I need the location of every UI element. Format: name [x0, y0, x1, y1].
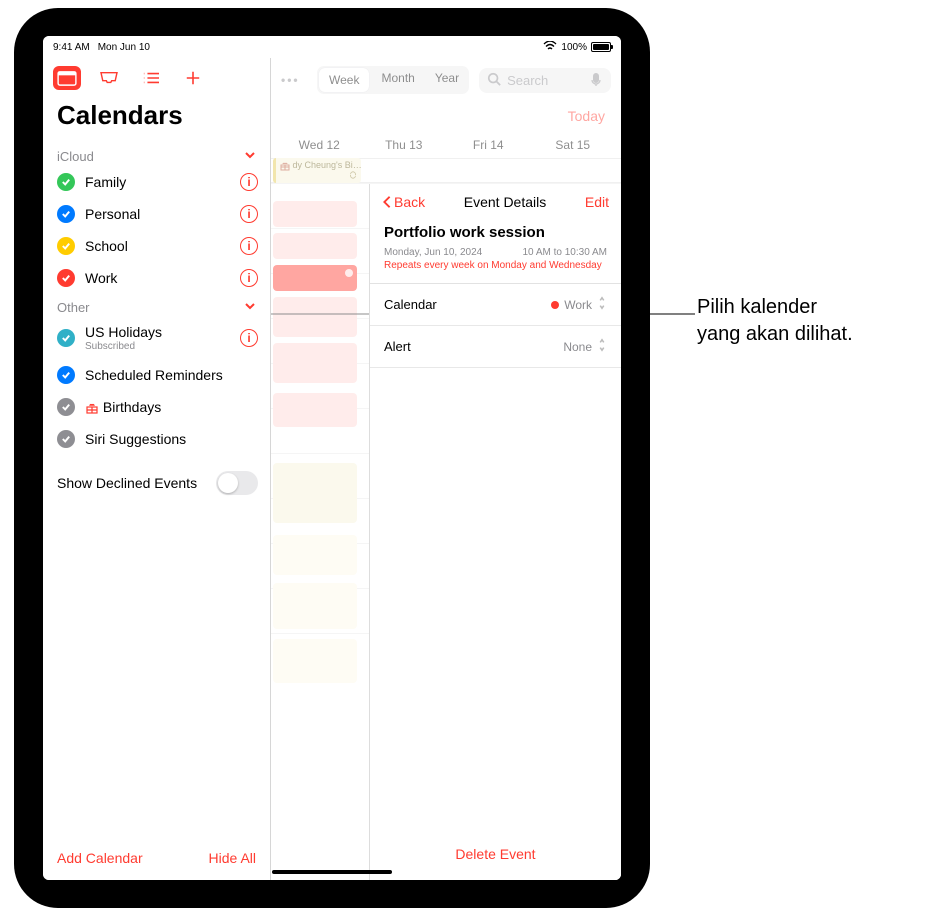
event-block[interactable] [273, 583, 357, 629]
calendar-picker-value: Work [564, 298, 592, 312]
wifi-icon [543, 41, 557, 54]
calendar-label: School [85, 238, 230, 254]
info-icon[interactable]: i [240, 237, 258, 255]
add-icon[interactable] [179, 66, 207, 90]
weekday-cell[interactable]: Sat 15 [531, 138, 616, 152]
gift-icon [85, 401, 99, 415]
info-icon[interactable]: i [240, 205, 258, 223]
calendar-icon[interactable] [53, 66, 81, 90]
search-placeholder: Search [507, 73, 548, 88]
view-option-week[interactable]: Week [319, 68, 369, 92]
calendar-checkbox[interactable] [57, 173, 75, 191]
info-icon[interactable]: i [240, 173, 258, 191]
calendar-row[interactable]: Schooli [43, 230, 270, 262]
calendar-label: Siri Suggestions [85, 431, 258, 447]
chevron-updown-icon [597, 338, 607, 355]
section-header[interactable]: Other [43, 294, 270, 317]
calendar-checkbox[interactable] [57, 269, 75, 287]
calendar-picker-label: Calendar [384, 297, 437, 312]
hide-all-button[interactable]: Hide All [209, 850, 256, 866]
calendar-checkbox[interactable] [57, 237, 75, 255]
back-button[interactable]: Back [382, 194, 425, 210]
event-date: Monday, Jun 10, 2024 [384, 247, 482, 258]
calendar-label: Birthdays [85, 399, 258, 415]
calendar-checkbox[interactable] [57, 430, 75, 448]
delete-event-button[interactable]: Delete Event [370, 828, 621, 880]
alert-picker-label: Alert [384, 339, 411, 354]
view-option-year[interactable]: Year [425, 66, 469, 94]
inbox-icon[interactable] [95, 66, 123, 90]
status-date: Mon Jun 10 [98, 42, 150, 53]
calendar-color-dot [551, 301, 559, 309]
calendar-picker-row[interactable]: Calendar Work [370, 284, 621, 326]
chevron-down-icon [244, 149, 256, 164]
calendar-sublabel: Subscribed [85, 341, 230, 352]
weekday-cell[interactable]: Fri 14 [446, 138, 531, 152]
calendar-checkbox[interactable] [57, 398, 75, 416]
info-icon[interactable]: i [240, 329, 258, 347]
section-header-label: Other [57, 300, 90, 315]
calendar-checkbox[interactable] [57, 366, 75, 384]
section-header-label: iCloud [57, 149, 94, 164]
calendar-label: US HolidaysSubscribed [85, 324, 230, 352]
weekday-header: Wed 12Thu 13Fri 14Sat 15 [271, 130, 621, 159]
weekday-cell[interactable]: Thu 13 [362, 138, 447, 152]
calendar-sections: iCloud FamilyiPersonaliSchooliWorkiOther… [43, 143, 270, 455]
event-details-pane: Back Event Details Edit Portfolio work s… [369, 184, 621, 880]
more-icon[interactable]: ••• [281, 73, 307, 87]
info-icon[interactable]: i [240, 269, 258, 287]
chevron-down-icon [244, 300, 256, 315]
view-segmented-control[interactable]: WeekMonthYear [317, 66, 469, 94]
edit-button[interactable]: Edit [585, 194, 609, 210]
today-button[interactable]: Today [568, 108, 605, 124]
alert-picker-row[interactable]: Alert None [370, 326, 621, 368]
list-icon[interactable] [137, 66, 165, 90]
calendar-row[interactable]: Birthdays [43, 391, 270, 423]
alert-picker-value: None [563, 340, 592, 354]
calendar-checkbox[interactable] [57, 329, 75, 347]
event-block[interactable] [273, 463, 357, 523]
mic-icon[interactable] [589, 73, 603, 87]
event-block[interactable] [273, 639, 357, 683]
weekday-cell[interactable]: Wed 12 [277, 138, 362, 152]
battery-icon [591, 42, 611, 52]
calendar-row[interactable]: Familyi [43, 166, 270, 198]
calendar-label: Family [85, 174, 230, 190]
detail-heading: Event Details [464, 194, 546, 210]
status-time: 9:41 AM [53, 42, 90, 53]
calendar-row[interactable]: Siri Suggestions [43, 423, 270, 455]
view-option-month[interactable]: Month [371, 66, 424, 94]
section-header[interactable]: iCloud [43, 143, 270, 166]
search-field[interactable]: Search [479, 68, 611, 93]
show-declined-label: Show Declined Events [57, 475, 197, 491]
calendar-label: Work [85, 270, 230, 286]
add-calendar-button[interactable]: Add Calendar [57, 850, 143, 866]
calendar-row[interactable]: US HolidaysSubscribed i [43, 317, 270, 359]
calendar-label: Scheduled Reminders [85, 367, 258, 383]
calendar-label: Personal [85, 206, 230, 222]
search-icon [487, 72, 501, 89]
event-block[interactable] [273, 535, 357, 575]
event-title: Portfolio work session [370, 216, 621, 243]
home-indicator[interactable] [272, 870, 392, 874]
calendar-checkbox[interactable] [57, 205, 75, 223]
calendar-row[interactable]: Personal i [43, 198, 270, 230]
event-repeat-rule: Repeats every week on Monday and Wednesd… [370, 258, 621, 284]
panel-title: Calendars [43, 96, 270, 143]
status-bar: 9:41 AM Mon Jun 10 100% [43, 36, 621, 58]
back-label: Back [394, 194, 425, 210]
callout-text: Pilih kalender yang akan dilihat. [697, 294, 853, 348]
show-declined-toggle[interactable] [216, 471, 258, 495]
event-time: 10 AM to 10:30 AM [523, 247, 608, 258]
calendar-row[interactable]: Worki [43, 262, 270, 294]
calendar-row[interactable]: Scheduled Reminders [43, 359, 270, 391]
battery-percent: 100% [561, 42, 587, 53]
calendars-panel: Calendars iCloud FamilyiPersonaliSchooli… [43, 58, 271, 880]
chevron-updown-icon [597, 296, 607, 313]
